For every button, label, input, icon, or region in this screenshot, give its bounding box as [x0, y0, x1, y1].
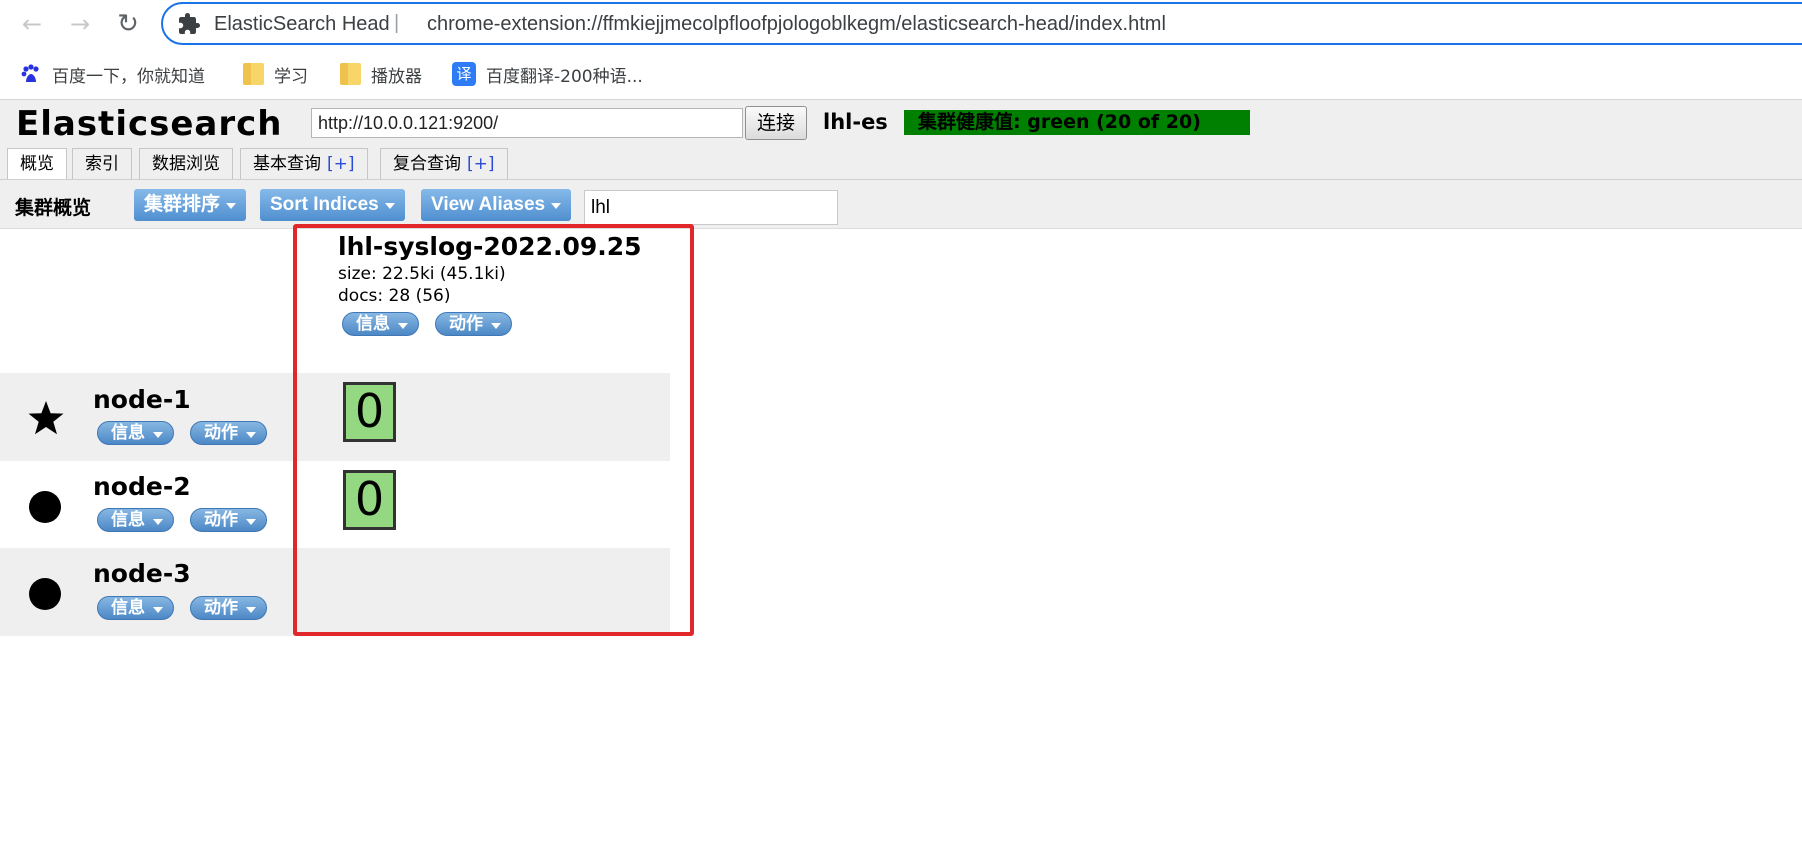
tab-add-plus[interactable]: [+]: [327, 154, 355, 174]
folder-icon: [340, 63, 361, 85]
primary-shard[interactable]: 0: [343, 382, 396, 442]
cluster-sort-dropdown[interactable]: 集群排序: [134, 189, 247, 221]
bookmark-label: 播放器: [371, 66, 422, 87]
cluster-health-badge: 集群健康值: green (20 of 20): [904, 110, 1250, 135]
baidu-translate-icon: 译: [452, 62, 476, 86]
tab-label: 概览: [20, 154, 54, 174]
replica-shard[interactable]: 0: [343, 470, 396, 530]
tab-label: 基本查询: [253, 154, 321, 174]
tab-overview[interactable]: 概览: [7, 148, 67, 180]
cluster-name: lhl-es: [823, 110, 888, 134]
node-info-dropdown[interactable]: 信息: [97, 421, 174, 445]
node-action-dropdown[interactable]: 动作: [190, 596, 267, 620]
browser-toolbar: ← → ↻ ElasticSearch Head | chrome-extens…: [0, 0, 1802, 48]
node-action-dropdown[interactable]: 动作: [190, 508, 267, 532]
node-action-dropdown[interactable]: 动作: [190, 421, 267, 445]
site-name: ElasticSearch Head: [214, 13, 390, 35]
bookmark-baidu[interactable]: 百度一下，你就知道: [20, 61, 205, 87]
tab-basic-query[interactable]: 基本查询 [+]: [240, 148, 368, 179]
folder-icon: [243, 63, 264, 85]
forward-arrow-icon[interactable]: →: [64, 8, 96, 40]
index-action-dropdown[interactable]: 动作: [435, 312, 512, 336]
address-separator: |: [394, 12, 400, 34]
circle-icon: [29, 578, 61, 610]
index-name: lhl-syslog-2022.09.25: [338, 232, 642, 261]
tab-compound-query[interactable]: 复合查询 [+]: [380, 148, 508, 179]
baidu-paw-icon: [21, 64, 39, 82]
connect-button[interactable]: 连接: [745, 106, 807, 140]
overview-toolbar: 集群概览 集群排序 Sort Indices View Aliases: [0, 179, 1802, 229]
bookmark-player[interactable]: 播放器: [340, 61, 422, 87]
address-bar[interactable]: ElasticSearch Head | chrome-extension://…: [161, 2, 1802, 45]
view-aliases-dropdown[interactable]: View Aliases: [421, 189, 572, 221]
bookmark-label: 百度翻译-200种语...: [486, 66, 643, 87]
bookmark-label: 学习: [274, 66, 308, 87]
bookmark-baidu-translate[interactable]: 译 百度翻译-200种语...: [452, 61, 643, 87]
tab-label: 索引: [85, 154, 119, 174]
node-info-dropdown[interactable]: 信息: [97, 596, 174, 620]
tab-label: 复合查询: [393, 154, 461, 174]
bookmark-study[interactable]: 学习: [243, 61, 308, 87]
bookmark-label: 百度一下，你就知道: [52, 66, 205, 87]
tab-browser[interactable]: 数据浏览: [139, 148, 233, 179]
bookmarks-bar: 百度一下，你就知道 学习 播放器 译 百度翻译-200种语...: [0, 52, 1802, 94]
node-name: node-1: [93, 385, 191, 414]
cluster-url-input[interactable]: [311, 108, 743, 138]
tab-label: 数据浏览: [152, 154, 220, 174]
index-docs: docs: 28 (56): [338, 286, 451, 306]
sort-indices-dropdown[interactable]: Sort Indices: [260, 189, 405, 221]
address-url[interactable]: chrome-extension://ffmkiejjmecolpfloofpj…: [427, 13, 1166, 36]
tab-indices[interactable]: 索引: [72, 148, 132, 179]
index-filter-input[interactable]: [584, 190, 838, 225]
node-info-dropdown[interactable]: 信息: [97, 508, 174, 532]
star-icon: [28, 401, 64, 435]
tab-add-plus[interactable]: [+]: [467, 154, 495, 174]
toolbar-title: 集群概览: [15, 197, 92, 219]
index-info-dropdown[interactable]: 信息: [342, 312, 419, 336]
back-arrow-icon[interactable]: ←: [16, 8, 48, 40]
node-name: node-3: [93, 559, 191, 588]
reload-icon[interactable]: ↻: [112, 8, 144, 40]
puzzle-extension-icon: [179, 13, 200, 34]
circle-icon: [29, 491, 61, 523]
node-name: node-2: [93, 472, 191, 501]
app-title: Elasticsearch: [16, 104, 283, 144]
index-size: size: 22.5ki (45.1ki): [338, 264, 506, 284]
